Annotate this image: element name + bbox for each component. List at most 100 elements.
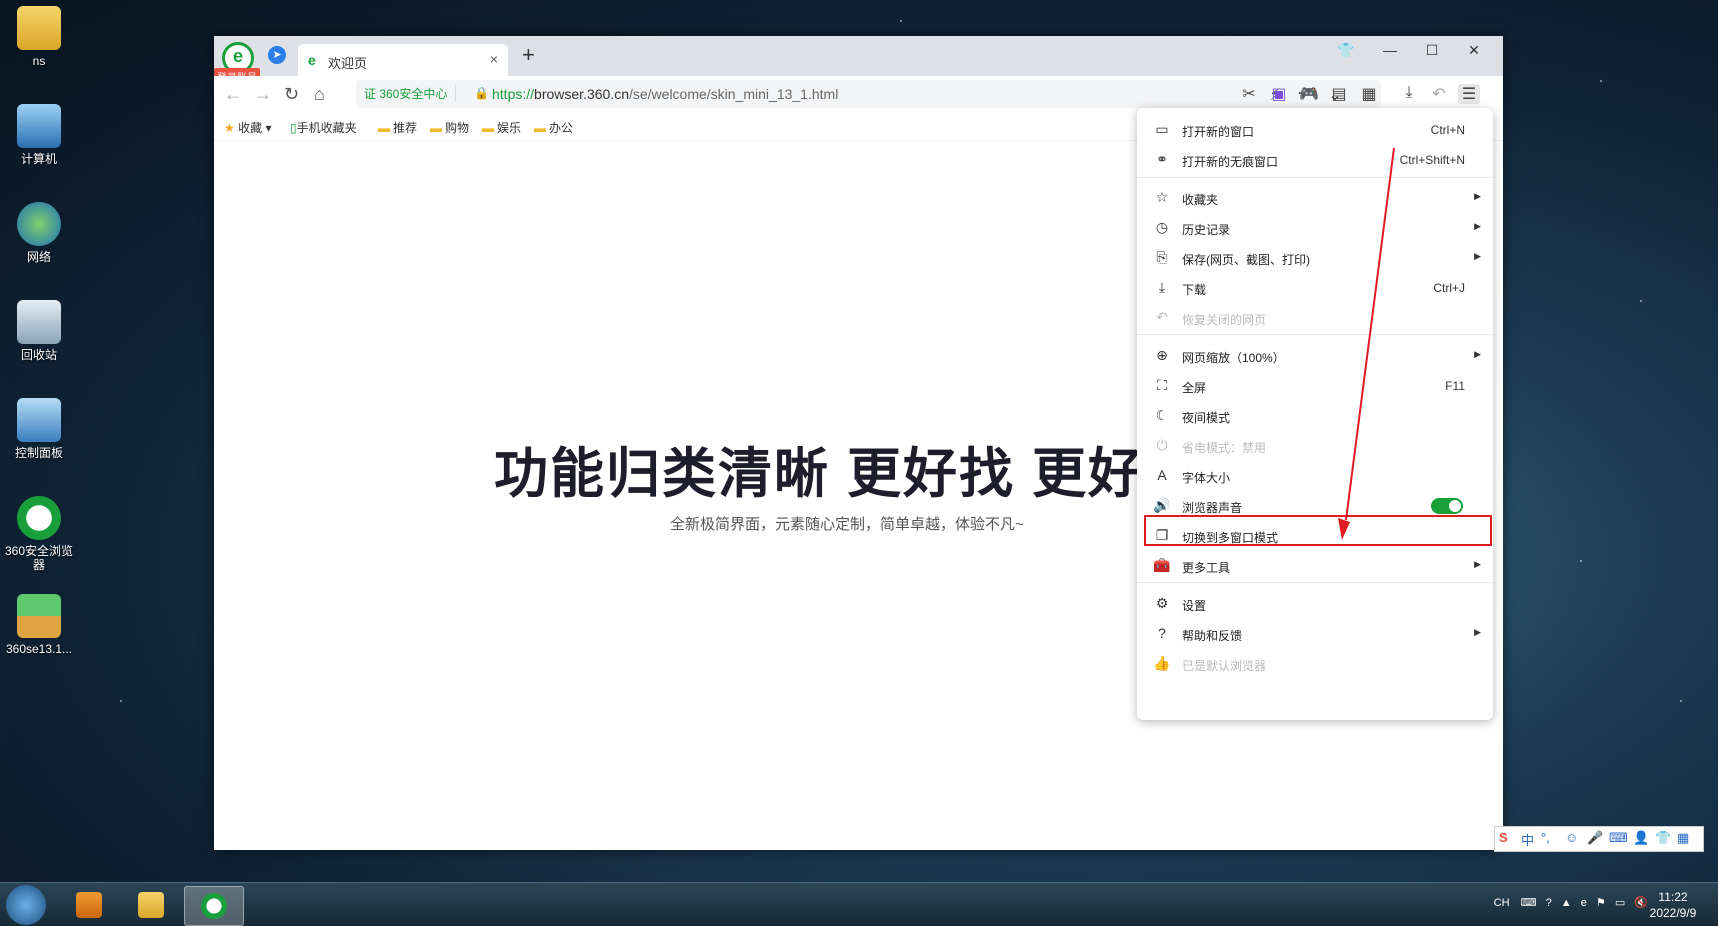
download-icon[interactable]: ⤓ (1398, 84, 1420, 102)
punctuation-icon[interactable]: °, (1541, 830, 1550, 845)
language-indicator[interactable]: CH (1494, 897, 1510, 909)
system-tray: CH ⌨ ? ▲ e ⚑ ▭ 🔇 (1494, 896, 1648, 909)
desktop-icon-360-browser[interactable]: 360安全浏览器 (4, 496, 74, 572)
clock-time: 11:22 (1658, 890, 1688, 904)
menu-item-more-tools[interactable]: 🧰 更多工具 ▶ (1137, 550, 1493, 580)
undo-close-icon[interactable]: ↶ (1428, 84, 1450, 104)
tab-close-icon[interactable]: × (490, 51, 498, 67)
menu-item-label: 保存(网页、截图、打印) (1182, 253, 1310, 267)
desktop-icon-label: 网络 (26, 250, 51, 264)
user-icon[interactable]: 👤 (1633, 830, 1649, 846)
menu-item-settings[interactable]: ⚙ 设置 (1137, 588, 1493, 618)
menu-item-favorites[interactable]: ☆ 收藏夹 ▶ (1137, 182, 1493, 212)
maximize-button[interactable]: ☐ (1420, 42, 1444, 59)
desktop-icon-label: 计算机 (20, 152, 57, 166)
360-tray-icon[interactable]: e (1581, 897, 1587, 909)
keyboard-icon[interactable]: ⌨ (1609, 830, 1628, 846)
back-arrow-icon[interactable]: ← (224, 84, 242, 105)
extension-purple-icon[interactable]: ▣ (1268, 84, 1290, 104)
menu-item-font-size[interactable]: A 字体大小 (1137, 460, 1493, 490)
skin-icon[interactable]: 👕 (1655, 830, 1671, 846)
menu-item-multi-window[interactable]: ❐ 切换到多窗口模式 (1137, 520, 1493, 550)
welcome-headline: 功能归类清晰 更好找 更好 (494, 444, 1145, 504)
menu-item-history[interactable]: ◷ 历史记录 ▶ (1137, 212, 1493, 242)
send-icon[interactable]: ➤ (268, 46, 286, 64)
menu-item-default-browser: 👍 已是默认浏览器 (1137, 648, 1493, 678)
close-window-button[interactable]: ✕ (1462, 42, 1486, 59)
menu-item-shortcut: F11 (1445, 379, 1465, 393)
desktop-icon-360-installer[interactable]: 360se13.1... (4, 594, 74, 656)
menu-item-label: 收藏夹 (1182, 193, 1219, 207)
clock[interactable]: 11:22 2022/9/9 (1638, 889, 1708, 921)
sound-toggle[interactable] (1431, 498, 1463, 514)
reader-icon[interactable]: ▤ (1328, 84, 1350, 104)
star-icon: ★ (224, 121, 235, 135)
incognito-icon: ⚭ (1156, 151, 1168, 167)
forward-arrow-icon[interactable]: → (254, 84, 272, 105)
download-icon: ⤓ (1158, 279, 1166, 295)
keyboard-icon[interactable]: ⌨ (1521, 897, 1537, 909)
home-icon[interactable]: ⌂ (314, 84, 325, 105)
reload-icon[interactable]: ↻ (284, 84, 299, 105)
chevron-up-icon[interactable]: ▲ (1561, 897, 1572, 909)
menu-item-label: 帮助和反馈 (1182, 629, 1243, 643)
menu-item-download[interactable]: ⤓ 下载 Ctrl+J (1137, 272, 1493, 302)
ime-toolbar[interactable]: S 中 °, ☺ 🎤 ⌨ 👤 👕 ▦ (1494, 826, 1704, 852)
taskbar-360-browser[interactable] (184, 886, 244, 926)
folder-icon: ▬ (378, 121, 390, 135)
menu-item-zoom[interactable]: ⊕ 网页缩放（100%） ▶ (1137, 340, 1493, 370)
menu-item-restore-closed: ↶ 恢复关闭的网页 (1137, 302, 1493, 332)
bookmark-recommend[interactable]: ▬ 推荐 (378, 119, 417, 136)
media-player-icon (76, 892, 102, 918)
address-bar[interactable]: 证 360安全中心 🔒 https://browser.360.cn/se/we… (356, 80, 1381, 108)
submenu-arrow-icon: ▶ (1474, 221, 1481, 231)
emoji-icon[interactable]: ☺ (1565, 830, 1578, 845)
speaker-icon: 🔊 (1153, 497, 1171, 513)
flag-icon[interactable]: ⚑ (1596, 897, 1606, 909)
bookmark-mobile[interactable]: ▯手机收藏夹 (290, 119, 357, 136)
desktop-icon-network[interactable]: 网络 (4, 202, 74, 264)
menu-item-new-window[interactable]: ▭ 打开新的窗口 Ctrl+N (1137, 114, 1493, 144)
network-globe-icon (17, 202, 61, 246)
taskbar-media-player[interactable] (60, 886, 118, 924)
main-menu: ▭ 打开新的窗口 Ctrl+N ⚭ 打开新的无痕窗口 Ctrl+Shift+N ☆ 收藏夹… (1137, 108, 1493, 720)
bookmark-office[interactable]: ▬ 办公 (534, 119, 573, 136)
bookmark-shopping[interactable]: ▬ 购物 (430, 119, 469, 136)
url-text[interactable]: https://browser.360.cn/se/welcome/skin_m… (492, 86, 838, 102)
apps-grid-icon[interactable]: ▦ (1358, 84, 1380, 104)
menu-item-browser-sound[interactable]: 🔊 浏览器声音 (1137, 490, 1493, 520)
desktop-icon-ns[interactable]: ns (4, 6, 74, 68)
zoom-icon: ⊕ (1156, 347, 1168, 363)
game-controller-icon[interactable]: 🎮 (1298, 84, 1320, 104)
folder-user-icon (17, 6, 61, 50)
menu-separator (1137, 177, 1493, 178)
url-host: browser.360.cn (534, 86, 629, 102)
menu-item-incognito[interactable]: ⚭ 打开新的无痕窗口 Ctrl+Shift+N (1137, 144, 1493, 174)
main-menu-icon[interactable]: ☰ (1458, 84, 1480, 104)
tab-welcome[interactable]: e 欢迎页 × (298, 44, 508, 76)
menu-item-save[interactable]: ⎘ 保存(网页、截图、打印) ▶ (1137, 242, 1493, 272)
ime-mode-label[interactable]: 中 (1521, 830, 1534, 849)
desktop-icon-recycle-bin[interactable]: 回收站 (4, 300, 74, 362)
menu-item-night-mode[interactable]: ☾ 夜间模式 (1137, 400, 1493, 430)
menu-item-power-saving: ⏻ 省电模式：禁用 (1137, 430, 1493, 460)
scissors-icon[interactable]: ✂ (1238, 84, 1260, 104)
menu-item-fullscreen[interactable]: ⛶ 全屏 F11 (1137, 370, 1493, 400)
new-tab-button[interactable]: + (522, 42, 535, 68)
desktop-icon-control-panel[interactable]: 控制面板 (4, 398, 74, 460)
microphone-icon[interactable]: 🎤 (1587, 830, 1603, 846)
grid-menu-icon[interactable]: ▦ (1677, 830, 1689, 846)
cert-badge[interactable]: 证 360安全中心 (364, 85, 457, 102)
skin-shirt-icon[interactable]: 👕 (1334, 42, 1358, 59)
power-icon: ⏻ (1156, 437, 1168, 453)
taskbar-explorer[interactable] (122, 886, 180, 924)
help-icon[interactable]: ? (1546, 897, 1552, 909)
menu-item-help[interactable]: ? 帮助和反馈 ▶ (1137, 618, 1493, 648)
desktop-icon-label: 控制面板 (14, 446, 63, 460)
start-button[interactable] (6, 885, 46, 925)
minimize-button[interactable]: — (1378, 42, 1402, 58)
desktop-icon-computer[interactable]: 计算机 (4, 104, 74, 166)
bookmark-favorites[interactable]: ★ 收藏 ▾ (224, 119, 271, 136)
network-icon[interactable]: ▭ (1615, 897, 1625, 909)
bookmark-entertainment[interactable]: ▬ 娱乐 (482, 119, 521, 136)
